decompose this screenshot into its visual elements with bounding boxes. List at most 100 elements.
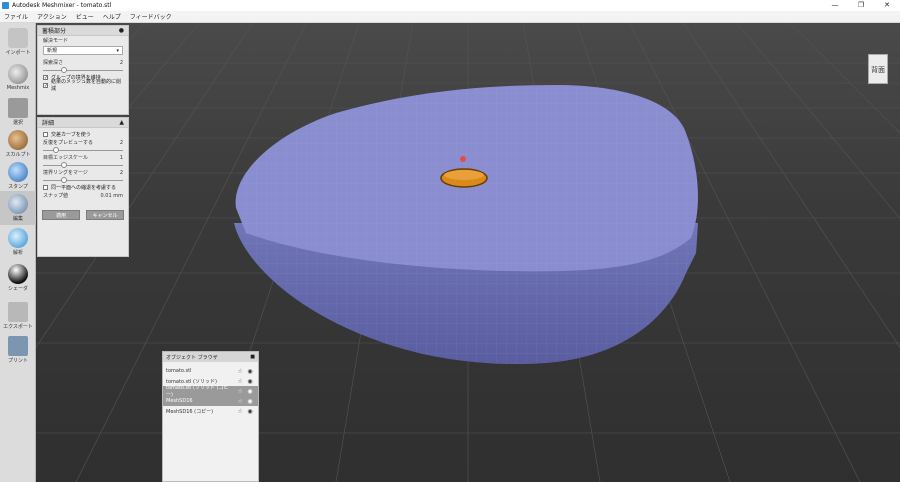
- hand-icon[interactable]: ☝: [235, 388, 245, 395]
- eye-icon[interactable]: ◉: [245, 398, 255, 405]
- tool-edit[interactable]: 編集: [0, 191, 36, 225]
- stamp-icon: [8, 162, 28, 182]
- mode-value: 新規: [47, 48, 58, 54]
- checkbox-icon: [43, 184, 48, 190]
- apply-button[interactable]: 適用: [42, 210, 80, 220]
- eye-icon[interactable]: ◉: [245, 368, 255, 375]
- tool-panel-header: 蓄積部分 ●: [38, 26, 128, 36]
- menu-help[interactable]: ヘルプ: [103, 12, 121, 21]
- preview-value: 2: [119, 139, 123, 146]
- print-icon: [8, 336, 28, 356]
- minimize-button[interactable]: —: [822, 0, 848, 11]
- tool-export-label: エクスポート: [3, 324, 33, 330]
- plus-icon: [8, 28, 28, 48]
- merge-slider[interactable]: [43, 177, 123, 183]
- merge-row: 境界リングをマージ 2: [38, 168, 128, 177]
- snap-value: 0.01: [100, 192, 112, 199]
- tool-stamp[interactable]: スタンプ: [0, 159, 36, 193]
- check-coplanar[interactable]: 同一平面への縮退を考慮する: [38, 183, 128, 191]
- edge-slider[interactable]: [43, 162, 123, 168]
- tool-sculpt-label: スカルプト: [5, 152, 31, 158]
- merge-value: 2: [119, 169, 123, 176]
- mode-row: 解決モード: [38, 36, 128, 45]
- close-icon[interactable]: ■: [250, 354, 255, 360]
- hand-icon[interactable]: ☝: [235, 368, 245, 375]
- check-coplanar-label: 同一平面への縮退を考慮する: [51, 184, 117, 191]
- tool-analysis[interactable]: 解析: [0, 225, 36, 259]
- checkbox-icon: ✓: [43, 82, 49, 89]
- tool-select[interactable]: 選択: [0, 95, 36, 129]
- maximize-button[interactable]: ❐: [848, 0, 874, 11]
- left-toolbar: インポート Meshmix 選択 スカルプト スタンプ 編集 解析 シェーダ エ…: [0, 23, 36, 482]
- eye-icon[interactable]: ◉: [245, 388, 255, 395]
- mode-label: 解決モード: [43, 38, 69, 44]
- depth-slider[interactable]: [43, 67, 123, 73]
- preview-label: 反復をプレビューする: [43, 140, 94, 146]
- snap-unit: mm: [113, 192, 123, 199]
- export-icon: [8, 302, 28, 322]
- eye-icon[interactable]: ◉: [245, 408, 255, 415]
- navigation-cube[interactable]: 背面: [868, 54, 888, 84]
- menu-feedback[interactable]: フィードバック: [130, 12, 172, 21]
- menu-action[interactable]: アクション: [37, 12, 67, 21]
- tool-meshmix-label: Meshmix: [6, 85, 30, 91]
- object-browser-title: オブジェクト ブラウザ: [166, 354, 218, 361]
- hand-icon[interactable]: ☝: [235, 408, 245, 415]
- depth-row: 探索深さ 2: [38, 58, 128, 67]
- edge-value: 1: [119, 154, 123, 161]
- tool-select-label: 選択: [12, 120, 23, 126]
- detail-panel-header[interactable]: 詳細 ▲: [38, 118, 128, 128]
- tool-edit-label: 編集: [12, 216, 23, 222]
- tool-print[interactable]: プリント: [0, 333, 36, 367]
- meshmixer-logo-icon: [2, 2, 9, 9]
- list-item-name: MeshSD16: [166, 398, 193, 404]
- detail-panel-title: 詳細: [42, 120, 55, 127]
- action-buttons: 適用 キャンセル: [38, 206, 128, 224]
- check-use-curve-label: 交差カーブを使う: [51, 131, 91, 138]
- select-icon: [8, 98, 28, 118]
- menu-view[interactable]: ビュー: [76, 12, 94, 21]
- checkbox-icon: ✓: [43, 74, 49, 81]
- list-item-name: tomato.stl (ソリッド (コピー): [166, 385, 229, 398]
- list-item[interactable]: MeshSD16 (コピー) ☝ ◉: [163, 406, 258, 416]
- tool-shader-label: シェーダ: [7, 286, 28, 292]
- shader-icon: [8, 264, 28, 284]
- check-auto-reduce[interactable]: ✓ 結果のメッシュ数を自動的に削減: [38, 79, 128, 92]
- preview-row: 反復をプレビューする 2: [38, 138, 128, 147]
- list-item-name: MeshSD16 (コピー): [166, 408, 214, 415]
- detail-panel: 詳細 ▲ 交差カーブを使う 反復をプレビューする 2 目標エッジスケール 1 境…: [37, 117, 129, 257]
- sculpt-icon: [8, 130, 28, 150]
- merge-label: 境界リングをマージ: [43, 170, 88, 176]
- list-item-name: tomato.stl: [166, 368, 192, 374]
- tool-print-label: プリント: [7, 358, 28, 364]
- tool-panel-title: 蓄積部分: [42, 28, 67, 35]
- chevron-down-icon: ▾: [116, 47, 119, 54]
- eye-icon[interactable]: ◉: [245, 378, 255, 385]
- help-icon[interactable]: ●: [119, 27, 124, 34]
- object-browser: オブジェクト ブラウザ ■ tomato.stl ☝ ◉ tomato.stl …: [162, 351, 259, 482]
- preview-slider[interactable]: [43, 147, 123, 153]
- list-item[interactable]: tomato.stl ☝ ◉: [163, 366, 258, 376]
- tool-stamp-label: スタンプ: [8, 184, 28, 190]
- snap-row: スナップ値 0.01 mm: [38, 191, 128, 200]
- tool-sculpt[interactable]: スカルプト: [0, 127, 36, 161]
- hand-icon[interactable]: ☝: [235, 378, 245, 385]
- check-use-curve[interactable]: 交差カーブを使う: [38, 130, 128, 138]
- hand-icon[interactable]: ☝: [235, 398, 245, 405]
- tool-export[interactable]: エクスポート: [0, 299, 36, 333]
- cancel-button[interactable]: キャンセル: [86, 210, 124, 220]
- list-item[interactable]: MeshSD16 ☝ ◉: [163, 396, 258, 406]
- list-item[interactable]: tomato.stl (ソリッド (コピー) ☝ ◉: [163, 385, 258, 398]
- snap-field[interactable]: 0.01 mm: [101, 193, 123, 199]
- collapse-icon[interactable]: ▲: [119, 119, 124, 126]
- tool-import-label: インポート: [5, 50, 31, 56]
- tool-panel: 蓄積部分 ● 解決モード 新規 ▾ 探索深さ 2 ✓ グループの境界を維持 ✓ …: [37, 25, 129, 115]
- pivot-marker[interactable]: [460, 156, 466, 162]
- tool-shader[interactable]: シェーダ: [0, 261, 36, 295]
- mode-dropdown[interactable]: 新規 ▾: [43, 46, 123, 55]
- tool-import[interactable]: インポート: [0, 25, 36, 59]
- menu-file[interactable]: ファイル: [4, 12, 28, 21]
- snap-label: スナップ値: [43, 193, 69, 199]
- close-button[interactable]: ✕: [874, 0, 900, 11]
- tool-meshmix[interactable]: Meshmix: [0, 61, 36, 95]
